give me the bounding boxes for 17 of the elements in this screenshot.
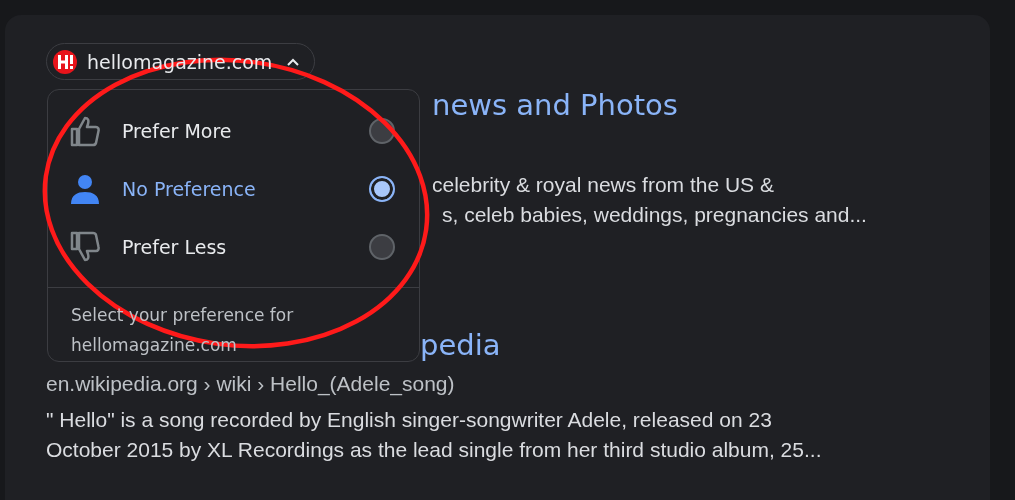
snippet-text: s, celeb babies, weddings, pregnancies and... bbox=[442, 202, 868, 228]
snippet-text: " Hello" is a song recorded by English singer-songwriter Adele, released on 23 bbox=[46, 407, 773, 433]
preference-option[interactable]: Prefer Less bbox=[48, 218, 419, 276]
snippet-text: celebrity & royal news from the US & bbox=[432, 172, 775, 198]
result-url: en.wikipedia.org › wiki › Hello_(Adele_song) bbox=[46, 371, 456, 398]
chevron-icon bbox=[286, 56, 301, 67]
preference-option[interactable]: Prefer More bbox=[48, 102, 419, 160]
result-title[interactable]: news and Photos bbox=[432, 87, 990, 123]
snippet-text: October 2015 by XL Recordings as the lead single from her third studio album, 25... bbox=[46, 437, 823, 463]
radio-button[interactable] bbox=[369, 176, 395, 202]
thumbs-down-icon bbox=[70, 231, 100, 263]
menu-footer-text: Select your preference for hellomagazine.com bbox=[71, 304, 295, 357]
thumbs-up-icon bbox=[70, 115, 100, 147]
logo-icon bbox=[53, 49, 77, 74]
preference-option[interactable]: No Preference bbox=[48, 160, 419, 218]
radio-button[interactable] bbox=[369, 234, 395, 260]
person-icon bbox=[70, 173, 100, 205]
